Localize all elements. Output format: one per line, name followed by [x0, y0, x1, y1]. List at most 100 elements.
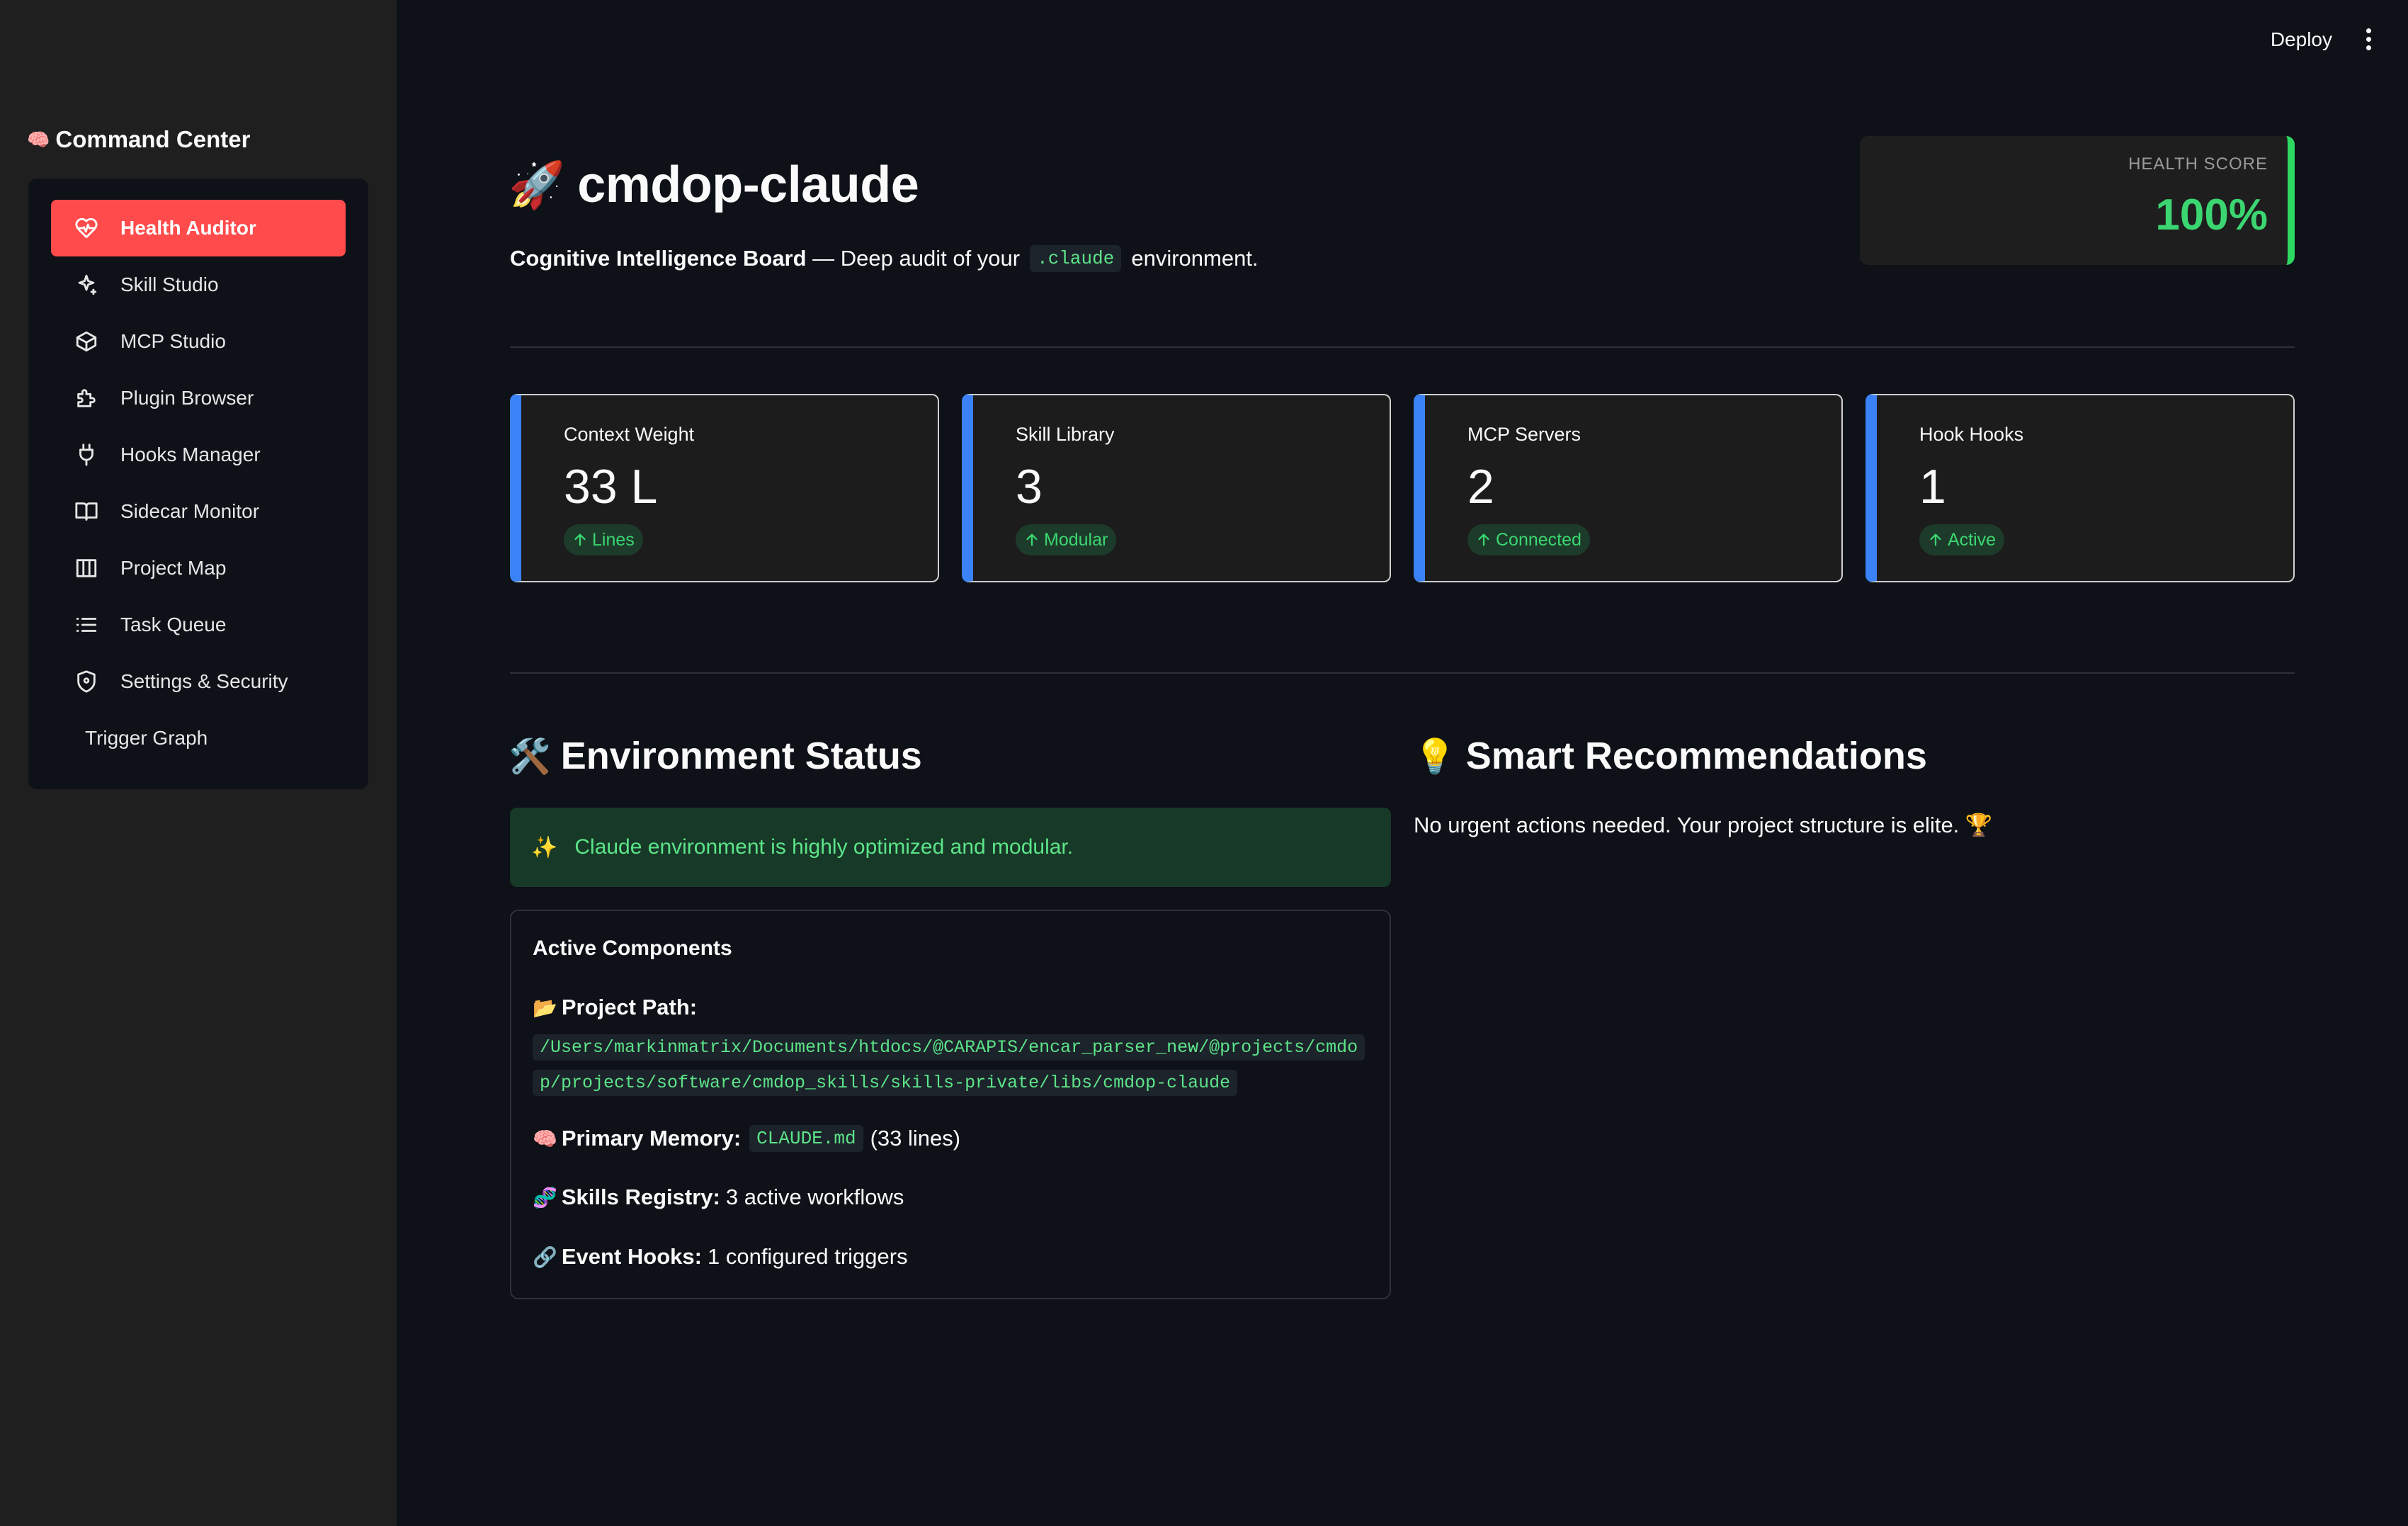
link-icon: 🔗	[533, 1245, 557, 1268]
sidebar-item-project-map[interactable]: Project Map	[51, 540, 346, 597]
metric-label: Skill Library	[1016, 424, 1115, 445]
metric-label: Hook Hooks	[1919, 424, 2024, 445]
metric-value: 33 L	[564, 460, 658, 514]
divider	[510, 346, 2295, 348]
sparkles-icon	[71, 273, 102, 297]
metric-delta: Modular	[1016, 524, 1117, 555]
page-subtitle: Cognitive Intelligence Board — Deep audi…	[510, 245, 1259, 272]
metric-card-mcp-servers: MCP Servers 2 Connected	[1414, 394, 1843, 582]
sidebar-item-sidecar-monitor[interactable]: Sidecar Monitor	[51, 483, 346, 540]
page-title: 🚀 cmdop-claude	[509, 156, 919, 214]
active-components-panel: Active Components 📂 Project Path: /Users…	[510, 910, 1391, 1299]
list-icon	[71, 613, 102, 637]
arrow-up-icon	[1026, 533, 1038, 546]
sidebar-item-label: Project Map	[120, 557, 227, 579]
metric-value: 3	[1016, 460, 1043, 514]
subtitle-code: .claude	[1030, 245, 1122, 272]
shield-icon	[71, 669, 102, 694]
primary-memory-lines: (33 lines)	[870, 1126, 961, 1151]
sidebar-item-mcp-studio[interactable]: MCP Studio	[51, 313, 346, 370]
metric-card-context-weight: Context Weight 33 L Lines	[510, 394, 939, 582]
sidebar: 🧠 Command Center Health Auditor Skill St…	[0, 0, 397, 1526]
sidebar-item-settings-security[interactable]: Settings & Security	[51, 653, 346, 710]
brand-label: Command Center	[55, 126, 251, 152]
subtitle-end: environment.	[1131, 246, 1259, 271]
primary-memory-file: CLAUDE.md	[749, 1125, 863, 1152]
top-toolbar: Deploy	[2271, 26, 2377, 53]
success-alert: ✨ Claude environment is highly optimized…	[510, 808, 1391, 887]
sparkles-icon: ✨	[531, 835, 558, 859]
smart-recommendations-title: Smart Recommendations	[1465, 735, 1927, 777]
map-icon	[71, 556, 102, 580]
skills-registry-row: 🧬 Skills Registry: 3 active workflows	[533, 1185, 904, 1210]
arrow-up-icon	[574, 533, 586, 546]
sidebar-item-label: Settings & Security	[120, 670, 288, 692]
sidebar-item-label: Health Auditor	[120, 217, 256, 239]
metric-value: 2	[1467, 460, 1494, 514]
rocket-icon: 🚀	[509, 159, 565, 210]
metric-delta-label: Modular	[1044, 529, 1108, 550]
subtitle-text: — Deep audit of your	[806, 246, 1021, 271]
sidebar-item-label: Trigger Graph	[85, 727, 208, 749]
book-open-icon	[71, 499, 102, 524]
kebab-menu-icon[interactable]	[2361, 26, 2377, 53]
sidebar-item-trigger-graph[interactable]: Trigger Graph	[51, 710, 380, 767]
deploy-button[interactable]: Deploy	[2271, 28, 2332, 51]
sidebar-brand: 🧠 Command Center	[27, 123, 250, 156]
metric-delta: Lines	[564, 524, 643, 555]
health-score-card: HEALTH SCORE 100%	[1860, 136, 2295, 265]
project-path-value: /Users/markinmatrix/Documents/htdocs/@CA…	[533, 1030, 1368, 1101]
page-title-text: cmdop-claude	[577, 157, 919, 213]
sidebar-item-label: Skill Studio	[120, 273, 219, 295]
skills-registry-label: Skills Registry:	[561, 1185, 720, 1209]
tools-icon: 🛠️	[509, 737, 551, 776]
sidebar-item-label: Task Queue	[120, 614, 227, 635]
metric-delta: Active	[1919, 524, 2005, 555]
primary-memory-row: 🧠 Primary Memory: CLAUDE.md (33 lines)	[533, 1125, 960, 1152]
plug-icon	[71, 443, 102, 467]
folder-icon: 📂	[533, 996, 557, 1019]
puzzle-icon	[71, 386, 102, 410]
arrow-up-icon	[1478, 533, 1489, 546]
metric-label: Context Weight	[564, 424, 695, 445]
sidebar-item-hooks-manager[interactable]: Hooks Manager	[51, 426, 346, 483]
primary-memory-label: Primary Memory:	[561, 1126, 742, 1151]
project-path-row: 📂 Project Path:	[533, 995, 703, 1020]
project-path-code: /Users/markinmatrix/Documents/htdocs/@CA…	[533, 1034, 1365, 1096]
event-hooks-label: Event Hooks:	[561, 1244, 702, 1269]
sidebar-item-label: Hooks Manager	[120, 443, 261, 465]
sidebar-item-label: MCP Studio	[120, 330, 226, 352]
sidebar-item-health-auditor[interactable]: Health Auditor	[51, 200, 346, 256]
environment-status-heading: 🛠️ Environment Status	[509, 734, 922, 778]
health-score-label: HEALTH SCORE	[2128, 154, 2268, 174]
success-alert-text: Claude environment is highly optimized a…	[574, 835, 1074, 859]
sidebar-item-label: Plugin Browser	[120, 387, 254, 409]
box-icon	[71, 329, 102, 354]
sidebar-item-skill-studio[interactable]: Skill Studio	[51, 256, 346, 313]
metric-delta: Connected	[1467, 524, 1590, 555]
metric-card-skill-library: Skill Library 3 Modular	[962, 394, 1391, 582]
metric-delta-label: Lines	[592, 529, 635, 550]
sidebar-item-plugin-browser[interactable]: Plugin Browser	[51, 370, 346, 426]
metric-label: MCP Servers	[1467, 424, 1581, 445]
dna-icon: 🧬	[533, 1186, 557, 1209]
active-components-title: Active Components	[533, 937, 732, 960]
lightbulb-icon: 💡	[1414, 737, 1456, 776]
skills-registry-value: 3 active workflows	[725, 1185, 904, 1209]
brain-icon: 🧠	[533, 1127, 557, 1150]
sidebar-item-task-queue[interactable]: Task Queue	[51, 597, 346, 653]
brain-icon: 🧠	[27, 128, 50, 150]
project-path-label: Project Path:	[561, 995, 698, 1019]
divider	[510, 672, 2295, 674]
metric-delta-label: Connected	[1496, 529, 1581, 550]
arrow-up-icon	[1930, 533, 1941, 546]
event-hooks-row: 🔗 Event Hooks: 1 configured triggers	[533, 1244, 908, 1270]
sidebar-item-label: Sidecar Monitor	[120, 500, 260, 522]
metric-delta-label: Active	[1948, 529, 1997, 550]
health-score-value: 100%	[2155, 191, 2268, 239]
heart-pulse-icon	[71, 216, 102, 240]
subtitle-bold: Cognitive Intelligence Board	[510, 246, 807, 271]
metric-value: 1	[1919, 460, 1946, 514]
recommendations-text: No urgent actions needed. Your project s…	[1414, 813, 1993, 837]
environment-status-title: Environment Status	[560, 735, 922, 777]
